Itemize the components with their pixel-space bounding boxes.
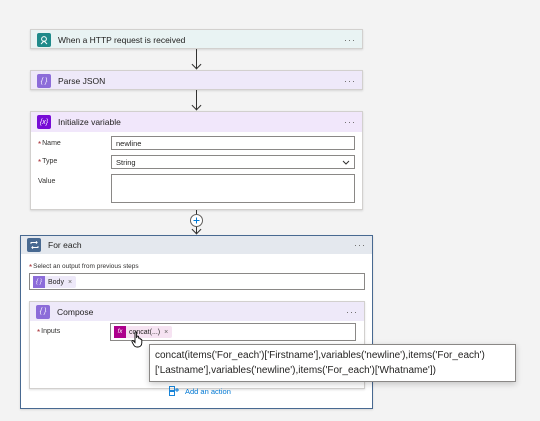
inputs-field[interactable]: fx concat(...) × xyxy=(110,323,356,341)
initialize-variable-more-button[interactable]: ··· xyxy=(344,117,356,127)
loop-icon xyxy=(27,238,41,252)
name-label: Name xyxy=(42,140,61,147)
add-action-icon xyxy=(169,386,179,396)
type-label: Type xyxy=(42,158,58,165)
parse-json-title: Parse JSON xyxy=(58,76,106,86)
compose-header[interactable]: { } Compose ··· xyxy=(30,302,364,321)
variable-icon: {x} xyxy=(37,115,51,129)
select-output-label: * Select an output from previous steps xyxy=(29,263,139,272)
parse-json-more-button[interactable]: ··· xyxy=(344,76,356,86)
value-label: Value xyxy=(38,178,56,185)
parse-json-header[interactable]: { } Parse JSON ··· xyxy=(31,71,362,91)
initialize-variable-card[interactable]: {x} Initialize variable ··· * Name newli… xyxy=(30,111,363,210)
type-select[interactable]: String xyxy=(111,155,355,169)
data-operations-icon: { } xyxy=(37,74,51,88)
remove-token-icon[interactable]: × xyxy=(164,329,168,336)
initialize-variable-header[interactable]: {x} Initialize variable ··· xyxy=(31,112,362,132)
http-trigger-icon xyxy=(37,33,51,47)
initialize-variable-title: Initialize variable xyxy=(58,117,121,127)
for-each-title: For each xyxy=(48,240,82,250)
inputs-label: Inputs xyxy=(41,328,61,335)
http-trigger-header[interactable]: When a HTTP request is received ··· xyxy=(31,30,362,50)
remove-token-icon[interactable]: × xyxy=(68,279,72,286)
body-token-label: Body xyxy=(48,278,64,286)
data-operations-icon: { } xyxy=(36,304,50,319)
add-action-button[interactable]: Add an action xyxy=(169,386,231,396)
name-input[interactable]: newline xyxy=(111,136,355,150)
parse-json-card[interactable]: { } Parse JSON ··· xyxy=(30,70,363,90)
function-icon: fx xyxy=(114,326,126,338)
inputs-field-label: * Inputs xyxy=(37,328,60,337)
tooltip-line-1: concat(items('For_each')['Firstname'],va… xyxy=(155,350,485,361)
hand-cursor-icon xyxy=(131,331,143,348)
data-operations-icon: { } xyxy=(33,276,45,288)
value-input[interactable] xyxy=(111,174,355,203)
expression-tooltip: concat(items('For_each')['Firstname'],va… xyxy=(149,344,516,382)
tooltip-line-2: ['Lastname'],variables('newline'),items(… xyxy=(155,365,436,376)
select-output-input[interactable]: { } Body × xyxy=(29,273,365,290)
select-output-text: Select an output from previous steps xyxy=(33,263,139,270)
compose-title: Compose xyxy=(57,306,94,317)
required-mark: * xyxy=(38,158,42,167)
type-select-value: String xyxy=(116,158,136,167)
required-mark: * xyxy=(38,140,42,149)
for-each-header[interactable]: For each ··· xyxy=(21,236,372,254)
value-field-label: Value xyxy=(38,178,55,185)
for-each-more-button[interactable]: ··· xyxy=(354,240,366,250)
connector-arrow-icon xyxy=(191,59,202,70)
name-field-label: * Name xyxy=(38,140,61,149)
http-trigger-more-button[interactable]: ··· xyxy=(344,35,356,45)
add-action-label: Add an action xyxy=(185,386,231,396)
for-each-card[interactable]: For each ··· * Select an output from pre… xyxy=(20,235,373,409)
http-trigger-card[interactable]: When a HTTP request is received ··· xyxy=(30,29,363,49)
body-token[interactable]: { } Body × xyxy=(33,276,77,288)
required-mark: * xyxy=(29,263,33,272)
chevron-down-icon xyxy=(342,160,350,165)
connector-arrow-icon xyxy=(191,100,202,111)
http-trigger-title: When a HTTP request is received xyxy=(58,35,186,45)
compose-more-button[interactable]: ··· xyxy=(346,307,358,317)
required-mark: * xyxy=(37,328,41,337)
type-field-label: * Type xyxy=(38,158,57,167)
connector-arrow-icon xyxy=(191,224,202,235)
